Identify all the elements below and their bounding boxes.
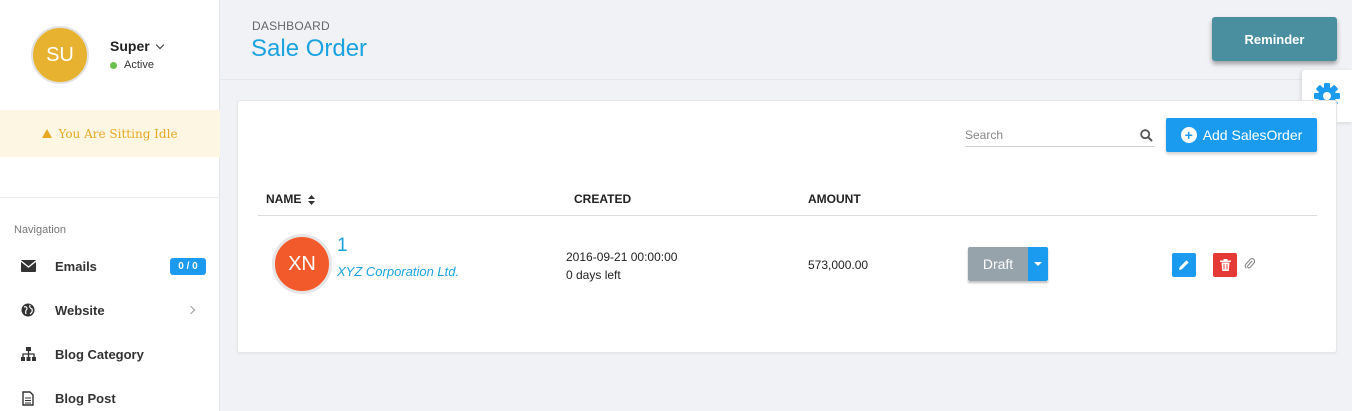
chevron-down-icon — [155, 40, 164, 49]
add-salesorder-button[interactable]: + Add SalesOrder — [1166, 118, 1317, 152]
user-menu-toggle[interactable]: Super — [110, 38, 164, 54]
sidebar-divider — [0, 197, 220, 198]
envelope-icon — [20, 258, 36, 274]
sitemap-icon — [20, 346, 36, 362]
row-avatar: XN — [272, 234, 332, 294]
column-header-created: CREATED — [574, 192, 632, 206]
user-status: Active — [110, 59, 154, 71]
order-number-link[interactable]: 1 — [337, 235, 348, 257]
sales-order-panel: + Add SalesOrder NAME CREATED AMOUNT XN … — [237, 100, 1337, 353]
sidebar-item-label: Emails — [55, 258, 97, 274]
column-header-amount: AMOUNT — [808, 192, 861, 206]
search-icon[interactable] — [1140, 129, 1153, 142]
plus-circle-icon: + — [1180, 127, 1197, 143]
sidebar-item-blog-category[interactable]: Blog Category — [0, 334, 220, 374]
document-icon — [20, 390, 36, 406]
email-count-badge: 0 / 0 — [170, 258, 206, 275]
status-dot-icon — [110, 61, 117, 69]
status-button[interactable]: Draft — [968, 247, 1028, 281]
table-header-divider — [258, 215, 1317, 216]
user-name: Super — [110, 38, 150, 54]
created-date: 2016-09-21 00:00:00 — [566, 250, 678, 264]
sidebar-item-label: Blog Category — [55, 346, 144, 362]
sort-icon — [307, 194, 315, 205]
sidebar-item-blog-post[interactable]: Blog Post — [0, 378, 220, 411]
warning-icon — [42, 129, 53, 138]
trash-icon — [1219, 259, 1231, 271]
add-salesorder-label: Add SalesOrder — [1202, 127, 1303, 143]
user-profile: SU Super Active — [0, 0, 220, 110]
search-box — [965, 125, 1155, 147]
breadcrumb[interactable]: DASHBOARD — [252, 19, 330, 33]
customer-link[interactable]: XYZ Corporation Ltd. — [337, 264, 459, 279]
sidebar-item-label: Blog Post — [55, 390, 116, 406]
amount-cell: 573,000.00 — [808, 258, 869, 272]
status-dropdown: Draft — [968, 247, 1048, 281]
user-status-label: Active — [124, 59, 154, 71]
nav-header: Navigation — [14, 224, 66, 236]
delete-button[interactable] — [1213, 253, 1237, 277]
idle-banner: You Are Sitting Idle — [0, 110, 220, 157]
sidebar: SU Super Active You Are Sitting Idle Nav… — [0, 0, 220, 411]
page-header: DASHBOARD Sale Order Reminder — [221, 0, 1352, 80]
sidebar-item-label: Website — [55, 302, 105, 318]
sidebar-item-emails[interactable]: Emails 0 / 0 — [0, 246, 220, 286]
caret-down-icon — [1034, 262, 1042, 266]
globe-icon — [20, 302, 36, 318]
user-avatar[interactable]: SU — [31, 26, 89, 84]
edit-button[interactable] — [1172, 253, 1196, 277]
page-title: Sale Order — [251, 35, 368, 62]
created-cell: 2016-09-21 00:00:00 0 days left — [566, 248, 677, 284]
days-left: 0 days left — [566, 268, 621, 282]
column-header-name[interactable]: NAME — [266, 192, 315, 206]
pencil-icon — [1179, 260, 1189, 270]
idle-banner-text: You Are Sitting Idle — [58, 126, 178, 141]
search-input[interactable] — [965, 125, 1135, 145]
status-dropdown-toggle[interactable] — [1028, 247, 1048, 281]
paperclip-icon[interactable] — [1244, 257, 1255, 270]
reminder-button[interactable]: Reminder — [1212, 17, 1337, 61]
sidebar-item-website[interactable]: Website — [0, 290, 220, 330]
chevron-right-icon — [186, 305, 196, 315]
